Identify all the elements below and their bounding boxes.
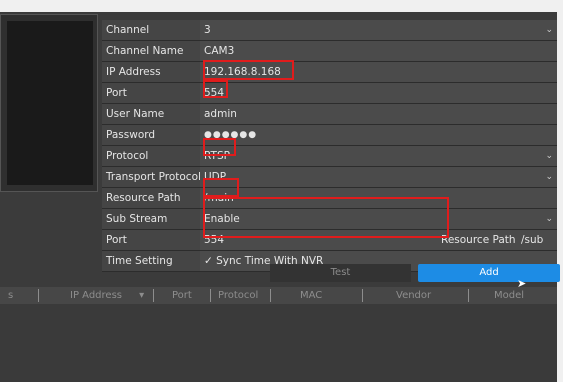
row-resource-path: Resource Path /main	[102, 188, 557, 209]
device-table-header: s IP Address ▾ Port Protocol MAC Vendor …	[0, 287, 557, 304]
channel-label: Channel	[102, 20, 200, 40]
sub-stream-value: Enable	[204, 213, 240, 225]
sub-stream-settings: 554 Resource Path /sub	[200, 230, 557, 250]
port-field[interactable]: 554	[200, 83, 557, 103]
column-header-mac[interactable]: MAC	[300, 287, 322, 304]
window-right-strip	[557, 0, 563, 382]
row-channel: Channel 3 ⌄	[102, 20, 557, 41]
transport-protocol-label: Transport Protocol	[102, 167, 200, 187]
column-header-label: IP Address	[70, 290, 122, 301]
ip-address-field[interactable]: 192.168.8.168	[200, 62, 557, 82]
resource-path-field[interactable]: /main	[200, 188, 557, 208]
column-header[interactable]: s	[8, 287, 13, 304]
row-transport-protocol: Transport Protocol UDP ⌄	[102, 167, 557, 188]
chevron-down-icon: ⌄	[545, 214, 553, 224]
sub-stream-label: Sub Stream	[102, 209, 200, 229]
column-divider	[153, 289, 154, 302]
add-camera-form: Channel 3 ⌄ Channel Name CAM3 IP Address…	[102, 20, 557, 272]
port-label: Port	[102, 83, 200, 103]
column-divider	[38, 289, 39, 302]
channel-value: 3	[204, 24, 211, 36]
column-divider	[468, 289, 469, 302]
row-port: Port 554	[102, 83, 557, 104]
protocol-value: RTSP	[204, 150, 230, 162]
sub-port-label: Port	[102, 230, 200, 250]
column-divider	[362, 289, 363, 302]
column-header-vendor[interactable]: Vendor	[396, 287, 431, 304]
column-header-ip-address[interactable]: IP Address ▾	[70, 287, 144, 304]
sub-stream-select[interactable]: Enable ⌄	[200, 209, 557, 229]
channel-name-field[interactable]: CAM3	[200, 41, 557, 61]
sort-down-icon: ▾	[139, 290, 145, 301]
row-password: Password ●●●●●●	[102, 125, 557, 146]
device-table-body	[0, 304, 557, 382]
row-channel-name: Channel Name CAM3	[102, 41, 557, 62]
row-protocol: Protocol RTSP ⌄	[102, 146, 557, 167]
column-divider	[210, 289, 211, 302]
column-header-port[interactable]: Port	[172, 287, 192, 304]
video-preview-panel	[0, 14, 98, 192]
add-button[interactable]: Add	[418, 264, 560, 282]
sub-port-field[interactable]: 554	[204, 234, 224, 246]
window-top-strip	[0, 0, 563, 12]
resource-path-label: Resource Path	[102, 188, 200, 208]
row-ip-address: IP Address 192.168.8.168	[102, 62, 557, 83]
channel-select[interactable]: 3 ⌄	[200, 20, 557, 40]
transport-protocol-select[interactable]: UDP ⌄	[200, 167, 557, 187]
row-user-name: User Name admin	[102, 104, 557, 125]
ip-address-label: IP Address	[102, 62, 200, 82]
sub-resource-path-field[interactable]: /sub	[521, 230, 543, 250]
column-divider	[270, 289, 271, 302]
channel-name-label: Channel Name	[102, 41, 200, 61]
protocol-select[interactable]: RTSP ⌄	[200, 146, 557, 166]
user-name-field[interactable]: admin	[200, 104, 557, 124]
transport-protocol-value: UDP	[204, 171, 227, 183]
sub-resource-path-label: Resource Path	[441, 234, 516, 246]
protocol-label: Protocol	[102, 146, 200, 166]
video-preview	[7, 21, 93, 185]
chevron-down-icon: ⌄	[545, 151, 553, 161]
test-button[interactable]: Test	[270, 264, 411, 282]
column-header-protocol[interactable]: Protocol	[218, 287, 258, 304]
password-label: Password	[102, 125, 200, 145]
row-sub-port: Port 554 Resource Path /sub	[102, 230, 557, 251]
column-header-model[interactable]: Model	[494, 287, 524, 304]
chevron-down-icon: ⌄	[545, 25, 553, 35]
chevron-down-icon: ⌄	[545, 172, 553, 182]
password-field[interactable]: ●●●●●●	[200, 125, 557, 145]
user-name-label: User Name	[102, 104, 200, 124]
row-sub-stream: Sub Stream Enable ⌄	[102, 209, 557, 230]
time-setting-label: Time Setting	[102, 251, 200, 271]
